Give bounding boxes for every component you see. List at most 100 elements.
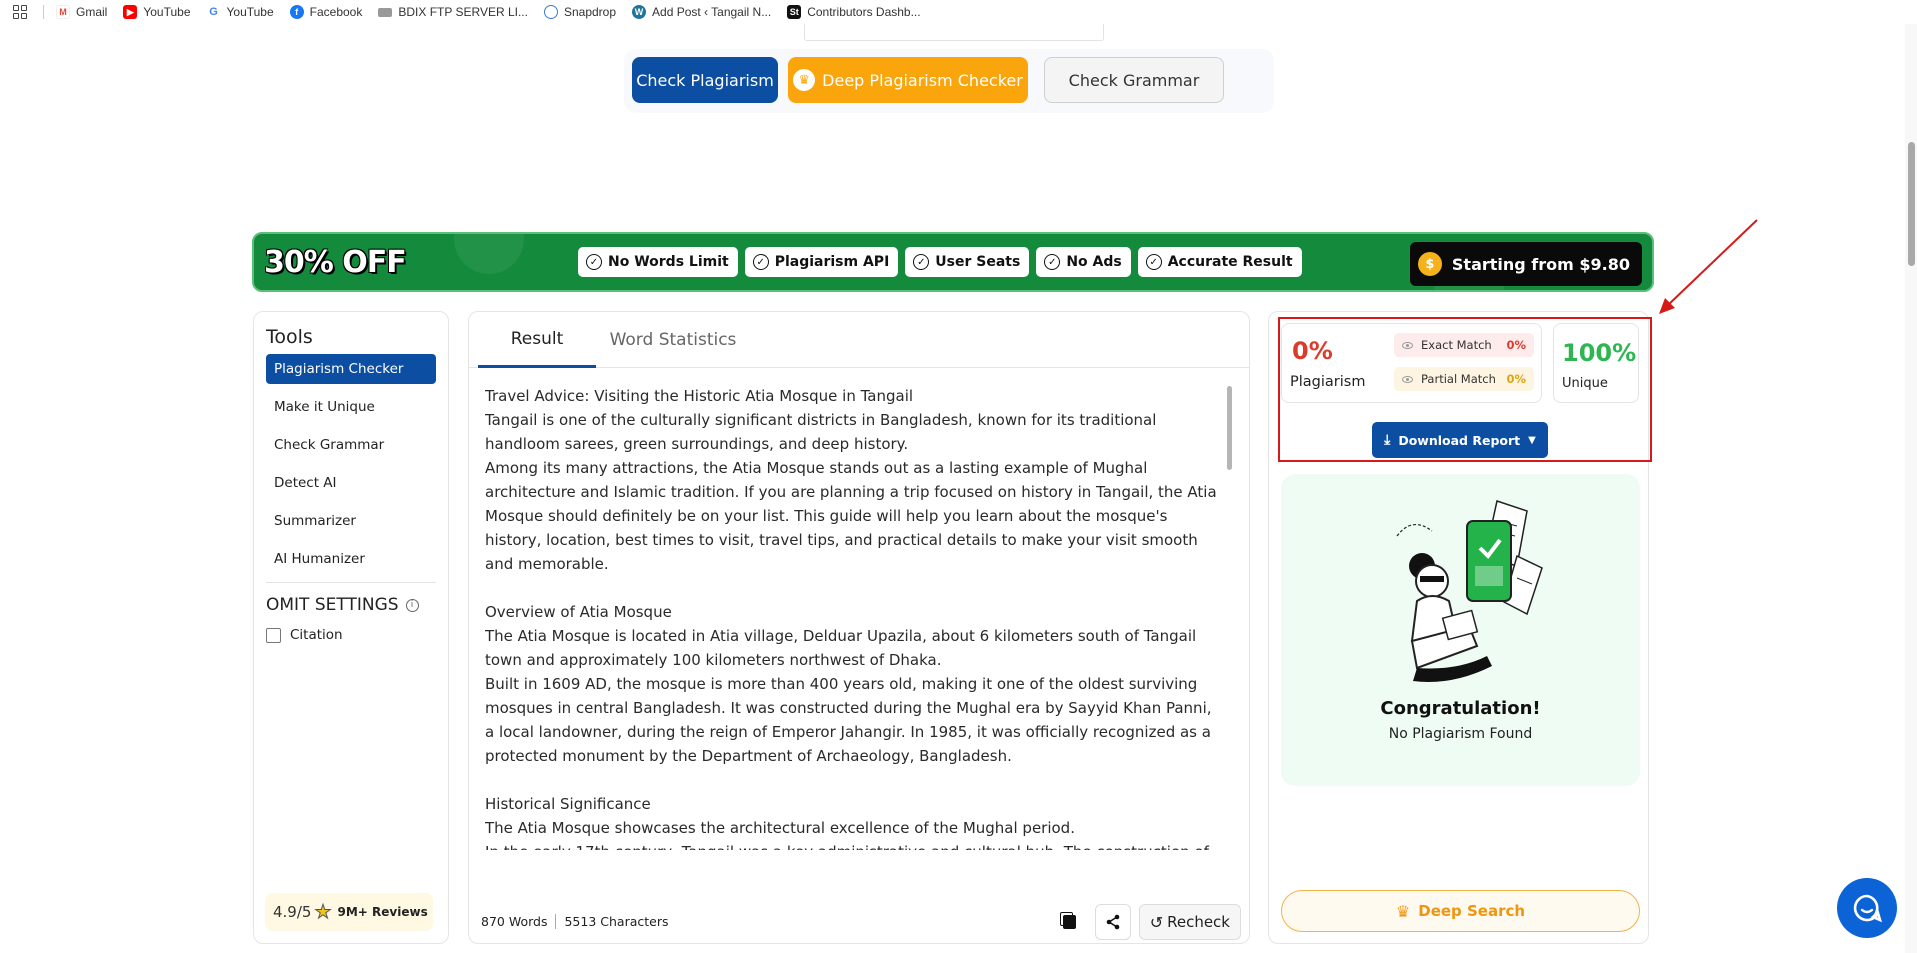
- chat-bubble-icon: [1853, 894, 1882, 923]
- bookmark-bdix[interactable]: BDIX FTP SERVER LI...: [378, 5, 528, 19]
- congratulation-title: Congratulation!: [1380, 698, 1541, 719]
- search-box-edge: [804, 24, 1104, 41]
- feature-chip: ✓ User Seats: [905, 247, 1030, 277]
- price-label: Starting from $9.80: [1451, 254, 1630, 274]
- share-icon[interactable]: [1094, 904, 1131, 940]
- google-icon: G: [206, 5, 221, 19]
- bookmarks-bar: M Gmail ▶ YouTube G YouTube f Facebook BDIX …: [0, 0, 1917, 24]
- tool-make-unique[interactable]: Make it Unique: [266, 392, 436, 422]
- crown-icon: ♛: [1395, 901, 1411, 921]
- star-icon: ★: [314, 901, 332, 924]
- deep-plagiarism-label: Deep Plagiarism Checker: [822, 70, 1023, 90]
- discount-label: 30% OFF: [264, 244, 407, 280]
- congratulation-card: Congratulation! No Plagiarism Found: [1281, 474, 1640, 786]
- text-paragraph: Overview of Atia Mosque: [485, 603, 672, 621]
- bookmark-addpost[interactable]: W Add Post ‹ Tangail N...: [632, 5, 771, 19]
- feature-label: No Ads: [1066, 254, 1122, 270]
- feature-chip: ✓ No Words Limit: [578, 247, 738, 277]
- pricing-button[interactable]: $ Starting from $9.80: [1409, 242, 1642, 286]
- bookmark-gmail[interactable]: M Gmail: [56, 5, 107, 19]
- feature-chip: ✓ No Ads: [1036, 247, 1131, 277]
- info-icon[interactable]: i: [405, 598, 419, 612]
- decor-circle: [454, 234, 524, 274]
- bookmark-label: Gmail: [76, 5, 108, 19]
- annotation-arrow-icon: [1659, 219, 1758, 314]
- check-circle-icon: ✓: [1145, 254, 1162, 270]
- bookmark-label: Add Post ‹ Tangail N...: [652, 5, 772, 19]
- snapdrop-icon: [543, 5, 558, 19]
- text-paragraph: Historical Significance: [485, 795, 651, 813]
- bookmark-youtube[interactable]: ▶ YouTube: [123, 5, 191, 19]
- tab-word-statistics[interactable]: Word Statistics: [598, 312, 748, 368]
- rating-value: 4.9/5: [273, 903, 312, 921]
- bookmark-label: YouTube: [143, 5, 191, 19]
- copy-icon[interactable]: [1053, 905, 1087, 939]
- feature-chip: ✓ Plagiarism API: [744, 247, 899, 277]
- feature-chips: ✓ No Words Limit ✓ Plagiarism API ✓ User Se…: [578, 247, 1302, 277]
- checkbox[interactable]: [266, 627, 281, 643]
- deep-search-label: Deep Search: [1418, 902, 1526, 920]
- text-paragraph: Tangail is one of the culturally signifi…: [485, 411, 1157, 453]
- text-paragraph: The Atia Mosque showcases the architectu…: [485, 819, 1075, 837]
- check-plagiarism-button[interactable]: Check Plagiarism: [632, 57, 778, 103]
- result-text[interactable]: Travel Advice: Visiting the Historic Ati…: [485, 384, 1225, 850]
- text-paragraph: In the early 17th century, Tangail was a…: [485, 840, 1225, 850]
- feature-chip: ✓ Accurate Result: [1137, 247, 1302, 277]
- gmail-icon: M: [56, 5, 70, 19]
- annotation-box: [1278, 317, 1652, 462]
- apps-grid-icon[interactable]: [13, 5, 27, 19]
- tab-result[interactable]: Result: [478, 312, 596, 368]
- bookmark-label: BDIX FTP SERVER LI...: [398, 5, 528, 19]
- tool-ai-humanizer[interactable]: AI Humanizer: [266, 544, 436, 574]
- divider: [555, 913, 557, 929]
- bookmark-label: YouTube: [226, 5, 274, 19]
- bookmark-label: Snapdrop: [563, 5, 617, 19]
- bookmark-youtube-google[interactable]: G YouTube: [206, 5, 274, 19]
- text-paragraph: Built in 1609 AD, the mosque is more tha…: [485, 675, 1212, 765]
- tools-panel: Tools Plagiarism Checker Make it Unique …: [253, 311, 449, 944]
- word-count: 870 Words: [481, 913, 548, 929]
- check-circle-icon: ✓: [586, 254, 602, 270]
- feature-label: Accurate Result: [1167, 254, 1293, 270]
- bookmark-label: Contributors Dashb...: [807, 5, 921, 19]
- chat-button[interactable]: [1837, 878, 1897, 938]
- check-circle-icon: ✓: [752, 254, 769, 270]
- result-footer: 870 Words 5513 Characters ↺ Recheck: [481, 904, 1241, 940]
- reviews-count: 9M+ Reviews: [337, 905, 428, 919]
- refresh-icon: ↺: [1149, 912, 1164, 932]
- recheck-label: Recheck: [1167, 913, 1230, 931]
- promo-banner[interactable]: 30% OFF ✓ No Words Limit ✓ Plagiarism API …: [252, 232, 1654, 292]
- page-scrollbar[interactable]: [1905, 24, 1917, 953]
- tool-check-grammar[interactable]: Check Grammar: [266, 430, 436, 460]
- citation-label: Citation: [290, 627, 343, 643]
- bookmark-contributors[interactable]: St Contributors Dashb...: [787, 5, 921, 19]
- st-icon: St: [787, 5, 802, 19]
- character-count: 5513 Characters: [564, 913, 669, 929]
- deep-search-button[interactable]: ♛ Deep Search: [1281, 890, 1640, 932]
- tool-plagiarism-checker[interactable]: Plagiarism Checker: [266, 354, 436, 384]
- tool-detect-ai[interactable]: Detect AI: [266, 468, 436, 498]
- omit-settings-label: OMIT SETTINGS: [266, 595, 399, 615]
- bookmark-facebook[interactable]: f Facebook: [289, 5, 362, 19]
- text-scrollbar[interactable]: [1227, 386, 1232, 470]
- check-circle-icon: ✓: [1044, 254, 1061, 270]
- check-grammar-button[interactable]: Check Grammar: [1044, 57, 1224, 103]
- tools-title: Tools: [266, 326, 313, 348]
- congratulation-subtitle: No Plagiarism Found: [1388, 726, 1533, 742]
- page-scroll-thumb[interactable]: [1908, 142, 1915, 266]
- crown-icon: ♛: [793, 69, 816, 91]
- recheck-button[interactable]: ↺ Recheck: [1138, 904, 1241, 940]
- deep-plagiarism-button[interactable]: ♛ Deep Plagiarism Checker: [788, 57, 1028, 103]
- rating-badge: 4.9/5 ★ 9M+ Reviews: [265, 893, 433, 931]
- footer-actions: ↺ Recheck: [1053, 904, 1241, 940]
- citation-checkbox[interactable]: Citation: [266, 627, 436, 643]
- tool-summarizer[interactable]: Summarizer: [266, 506, 436, 536]
- facebook-icon: f: [289, 5, 304, 19]
- check-circle-icon: ✓: [913, 254, 930, 270]
- bookmarks-separator: [43, 5, 44, 19]
- feature-label: No Words Limit: [608, 254, 729, 270]
- bookmark-snapdrop[interactable]: Snapdrop: [543, 5, 617, 19]
- text-paragraph: Among its many attractions, the Atia Mos…: [485, 459, 1217, 573]
- person-with-phone-illustration: [1396, 500, 1543, 682]
